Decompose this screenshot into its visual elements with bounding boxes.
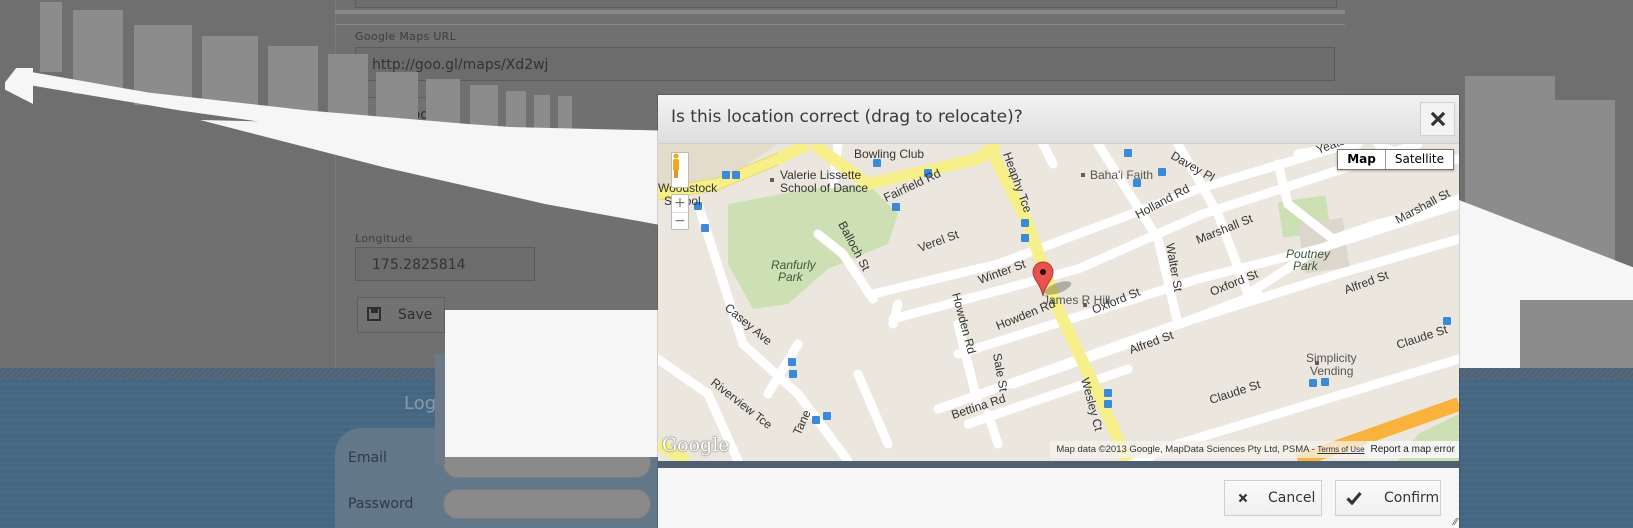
map-footer-gap — [658, 461, 1459, 468]
zoom-out-button[interactable]: − — [672, 213, 688, 230]
svg-text:Holland Rd: Holland Rd — [1133, 181, 1192, 221]
svg-text:Casey Ave: Casey Ave — [722, 301, 775, 349]
save-button[interactable]: Save — [357, 297, 445, 333]
zoom-in-button[interactable]: + — [672, 195, 688, 213]
floppy-disk-icon — [367, 307, 381, 321]
svg-text:Claude St: Claude St — [1208, 377, 1263, 407]
maps-url-input[interactable]: http://goo.gl/maps/Xd2wj — [355, 47, 1335, 81]
svg-text:Verel St: Verel St — [916, 227, 961, 255]
map-type-control: Map Satellite — [1337, 149, 1454, 170]
save-label: Save — [398, 307, 433, 323]
map-type-satellite-button[interactable]: Satellite — [1386, 150, 1453, 169]
divider — [335, 24, 1345, 25]
longitude-input[interactable]: 175.2825814 — [355, 247, 535, 281]
svg-text:Oxford St: Oxford St — [1090, 285, 1143, 317]
attribution-text: Map data ©2013 Google, MapData Sciences … — [1056, 444, 1315, 455]
divider — [335, 10, 1345, 14]
dialog-footer: Cancel Confirm ⁄⁄ — [658, 468, 1459, 528]
svg-text:Park: Park — [778, 270, 804, 284]
password-label: Password — [348, 496, 414, 512]
email-label: Email — [348, 450, 387, 466]
map-type-map-button[interactable]: Map — [1338, 150, 1386, 169]
confirm-button[interactable]: Confirm — [1335, 480, 1441, 516]
resize-handle-icon[interactable]: ⁄⁄ — [1454, 517, 1457, 528]
svg-text:School of Dance: School of Dance — [780, 181, 868, 195]
map-label-bowling-club: Bowling Club — [854, 147, 924, 161]
previous-input-field — [355, 0, 1337, 8]
google-logo: Google — [662, 434, 730, 456]
svg-text:Davey Pl: Davey Pl — [1169, 148, 1218, 184]
map-view[interactable]: Bowling Club Valerie Lissette School of … — [658, 144, 1459, 461]
location-confirm-dialog: Is this location correct (drag to reloca… — [658, 95, 1459, 528]
close-button[interactable] — [1420, 102, 1455, 136]
svg-text:Vending: Vending — [1310, 364, 1353, 378]
dialog-header: Is this location correct (drag to reloca… — [658, 95, 1459, 144]
map-canvas: Bowling Club Valerie Lissette School of … — [658, 144, 1459, 461]
cancel-button[interactable]: Cancel — [1224, 480, 1322, 516]
cancel-x-icon — [1238, 493, 1248, 503]
password-input[interactable] — [443, 489, 651, 519]
svg-text:Claude St: Claude St — [1395, 322, 1450, 352]
confirm-label: Confirm — [1384, 490, 1440, 506]
map-label-simplicity-vending: Simplicity — [1306, 351, 1357, 365]
longitude-label: Longitude — [355, 232, 413, 245]
cancel-label: Cancel — [1268, 490, 1316, 506]
pegman-icon — [673, 153, 679, 178]
dialog-title: Is this location correct (drag to reloca… — [671, 107, 1023, 127]
map-attribution: Map data ©2013 Google, MapData Sciences … — [1050, 441, 1459, 458]
map-label-bahai-faith: Baha'i Faith — [1090, 168, 1153, 182]
svg-text:Park: Park — [1293, 259, 1319, 273]
maps-url-label: Google Maps URL — [355, 30, 457, 43]
zoom-control: + − — [671, 194, 689, 230]
close-icon — [1430, 112, 1445, 126]
checkmark-icon — [1346, 491, 1362, 505]
street-view-pegman[interactable] — [671, 152, 689, 188]
terms-of-use-link[interactable]: Terms of Use — [1317, 445, 1364, 454]
report-map-error-link[interactable]: Report a map error — [1366, 441, 1459, 458]
map-label-dance-school: Valerie Lissette — [780, 168, 861, 182]
